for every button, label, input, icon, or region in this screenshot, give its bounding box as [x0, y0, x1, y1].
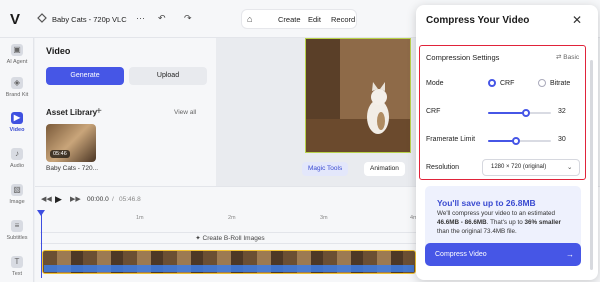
crf-slider-handle[interactable]: [521, 109, 530, 117]
animation-button[interactable]: Animation: [364, 162, 405, 176]
audio-waveform: [44, 265, 414, 272]
cat-scene: [306, 39, 410, 152]
tick-label: 2m: [228, 215, 236, 221]
generate-button[interactable]: Generate: [46, 67, 124, 85]
crf-label: CRF: [426, 108, 441, 115]
menu-create[interactable]: Create: [278, 15, 301, 24]
mode-bitrate-radio[interactable]: [538, 79, 546, 87]
menu-edit[interactable]: Edit: [308, 15, 321, 24]
rail-item-text[interactable]: T Text: [0, 256, 34, 277]
chevron-down-icon[interactable]: ⌄: [567, 163, 572, 171]
crf-value: 32: [558, 108, 566, 115]
magic-tools-button[interactable]: Magic Tools: [302, 162, 349, 176]
view-all-link[interactable]: View all: [174, 109, 196, 116]
generate-label: Generate: [70, 72, 100, 79]
more-icon[interactable]: ···: [136, 13, 145, 23]
rail-item-image[interactable]: ▧ Image: [0, 184, 34, 205]
mode-bitrate-label: Bitrate: [550, 80, 571, 87]
text-icon: T: [11, 256, 23, 268]
compress-video-button[interactable]: Compress Video: [425, 243, 581, 266]
audio-icon: ♪: [11, 148, 23, 160]
create-broll-button[interactable]: ✦ Create B-Roll Images: [40, 232, 420, 244]
playhead[interactable]: [41, 212, 42, 278]
brand-kit-icon: ◈: [11, 77, 23, 89]
rail-item-brand-kit[interactable]: ◈ Brand Kit: [0, 77, 34, 98]
asset-duration: 05:46: [50, 150, 70, 158]
rail-item-audio[interactable]: ♪ Audio: [0, 148, 34, 169]
undo-icon[interactable]: ↶: [158, 13, 166, 24]
home-icon[interactable]: ⌂: [247, 14, 252, 24]
tick-label: 1m: [136, 215, 144, 221]
app-logo[interactable]: V: [10, 11, 20, 28]
time-total: 05:46.8: [119, 196, 141, 203]
video-icon: ▶: [11, 112, 23, 124]
savings-description: We'll compress your video to an estimate…: [437, 210, 561, 235]
rail-item-video[interactable]: ▶ Video: [0, 112, 34, 133]
ai-agent-icon: ▣: [11, 44, 23, 56]
add-asset-icon[interactable]: +: [96, 106, 102, 117]
resolution-label: Resolution: [426, 164, 460, 171]
settings-heading: Compression Settings: [426, 53, 500, 62]
dialog-title: Compress Your Video: [426, 15, 530, 26]
framerate-label: Framerate Limit: [426, 136, 476, 143]
project-icon: [37, 13, 47, 23]
panel-heading: Video: [46, 46, 71, 56]
skip-forward-icon[interactable]: ▶▶: [70, 195, 81, 203]
redo-icon[interactable]: ↷: [184, 13, 192, 24]
asset-name: Baby Cats - 720...: [46, 165, 99, 172]
image-icon: ▧: [11, 184, 23, 196]
dialog-scrollbar[interactable]: [590, 60, 593, 270]
close-icon[interactable]: ✕: [572, 13, 582, 27]
asset-library-heading: Asset Library: [46, 108, 98, 117]
time-separator: /: [112, 196, 114, 203]
time-current: 00:00.0: [87, 196, 109, 203]
crf-slider-fill: [488, 112, 526, 114]
tick-label: 3m: [320, 215, 328, 221]
mode-crf-label: CRF: [500, 80, 515, 87]
rail-item-subtitles[interactable]: ≡ Subtitles: [0, 220, 34, 241]
subtitles-icon: ≡: [11, 220, 23, 232]
play-icon[interactable]: ▶: [55, 194, 62, 205]
framerate-value: 30: [558, 136, 566, 143]
upload-label: Upload: [156, 72, 180, 79]
video-preview[interactable]: [305, 38, 411, 153]
upload-button[interactable]: Upload: [129, 67, 207, 85]
mode-label: Mode: [426, 80, 444, 87]
savings-heading: You'll save up to 26.8MB: [437, 198, 536, 208]
arrow-right-icon: →: [566, 250, 574, 259]
mode-crf-radio[interactable]: [488, 79, 496, 87]
skip-back-icon[interactable]: ◀◀: [41, 195, 52, 203]
project-title[interactable]: Baby Cats - 720p VLC: [52, 15, 127, 24]
basic-toggle[interactable]: ⇄ Basic: [556, 53, 579, 61]
rail-item-ai-agent[interactable]: ▣ AI Agent: [0, 44, 34, 65]
menu-record[interactable]: Record: [331, 15, 355, 24]
resolution-select[interactable]: 1280 × 720 (original): [482, 159, 580, 176]
